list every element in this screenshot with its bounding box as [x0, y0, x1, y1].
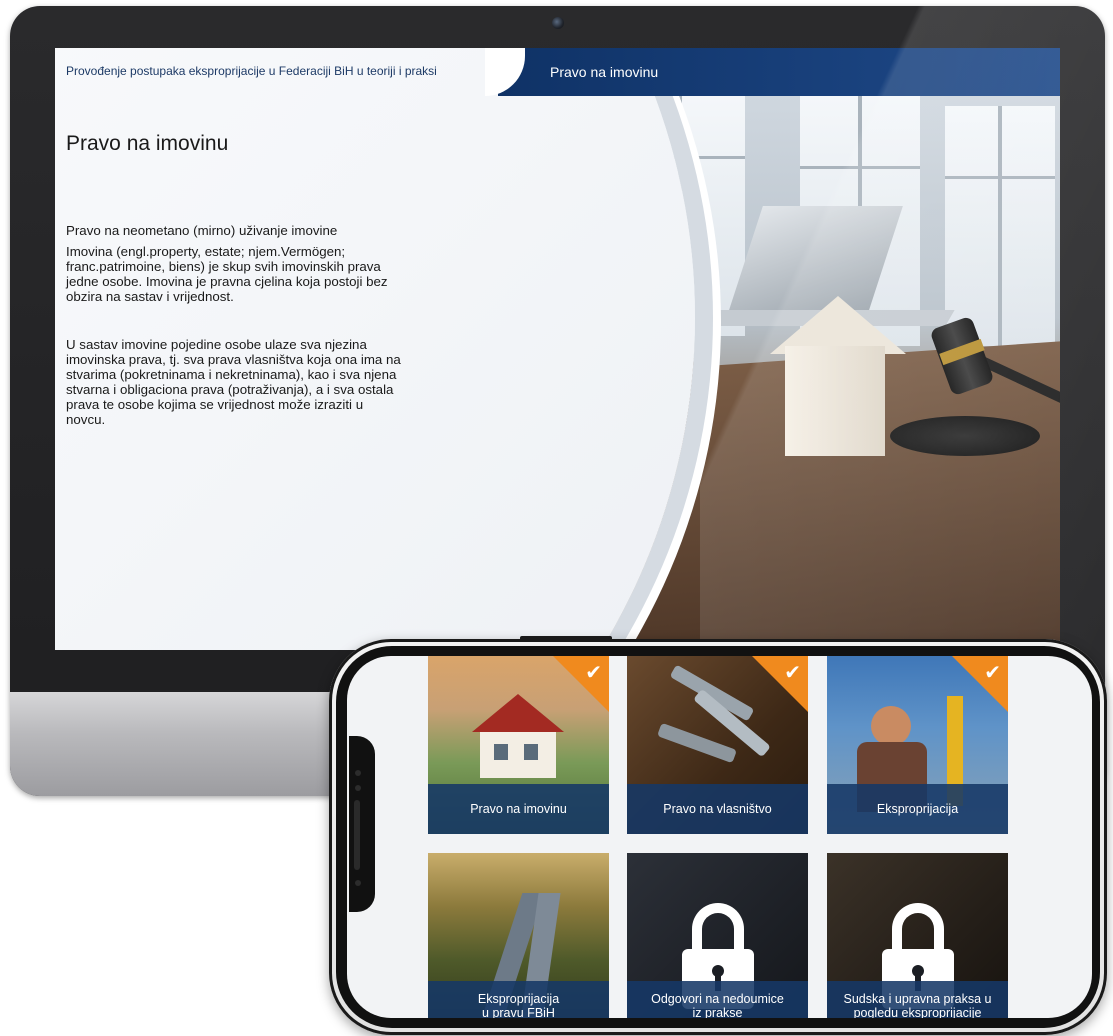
body-paragraph-1: Imovina (engl.property, estate; njem.Ver… — [66, 244, 388, 304]
tile-label: Sudska i upravna praksa u pogledu ekspro… — [827, 981, 1008, 1018]
module-tile-pravo-na-imovinu[interactable]: ✔ Pravo na imovinu — [428, 656, 609, 834]
earpiece-speaker — [354, 800, 360, 870]
module-title: Pravo na imovinu — [550, 64, 659, 80]
tile-label: Pravo na imovinu — [428, 784, 609, 834]
module-tile-eksproprijacija-u-pravu-fbih[interactable]: Eksproprijacija u pravu FBiH — [428, 853, 609, 1018]
desktop-screen: Provođenje postupaka eksproprijacije u F… — [55, 48, 1060, 650]
tile-label: Pravo na vlasništvo — [627, 784, 808, 834]
section-subheading: Pravo na neometano (mirno) uživanje imov… — [66, 223, 338, 238]
checkmark-icon: ✔ — [984, 660, 1001, 684]
front-sensor — [355, 880, 361, 886]
phone-side-button — [520, 636, 612, 641]
phone-notch — [349, 736, 375, 912]
module-tile-sudska-i-upravna-praksa[interactable]: Sudska i upravna praksa u pogledu ekspro… — [827, 853, 1008, 1018]
proximity-sensor — [355, 785, 361, 791]
phone-screen: ✔ Pravo na imovinu ✔ Pravo na vlasništvo… — [347, 656, 1092, 1018]
module-tile-eksproprijacija[interactable]: ✔ Eksproprijacija — [827, 656, 1008, 834]
module-tile-odgovori-na-nedoumice[interactable]: Odgovori na nedoumice iz prakse — [627, 853, 808, 1018]
webcam-icon — [552, 17, 564, 29]
body-paragraph-2: U sastav imovine pojedine osobe ulaze sv… — [66, 337, 401, 427]
page-title: Pravo na imovinu — [66, 132, 229, 155]
checkmark-icon: ✔ — [784, 660, 801, 684]
tile-label: Eksproprijacija u pravu FBiH — [428, 981, 609, 1018]
course-title: Provođenje postupaka eksproprijacije u F… — [66, 64, 437, 78]
tile-label: Odgovori na nedoumice iz prakse — [627, 981, 808, 1018]
front-camera-icon — [355, 770, 361, 776]
module-tile-pravo-na-vlasnistvo[interactable]: ✔ Pravo na vlasništvo — [627, 656, 808, 834]
tile-label: Eksproprijacija — [827, 784, 1008, 834]
checkmark-icon: ✔ — [585, 660, 602, 684]
